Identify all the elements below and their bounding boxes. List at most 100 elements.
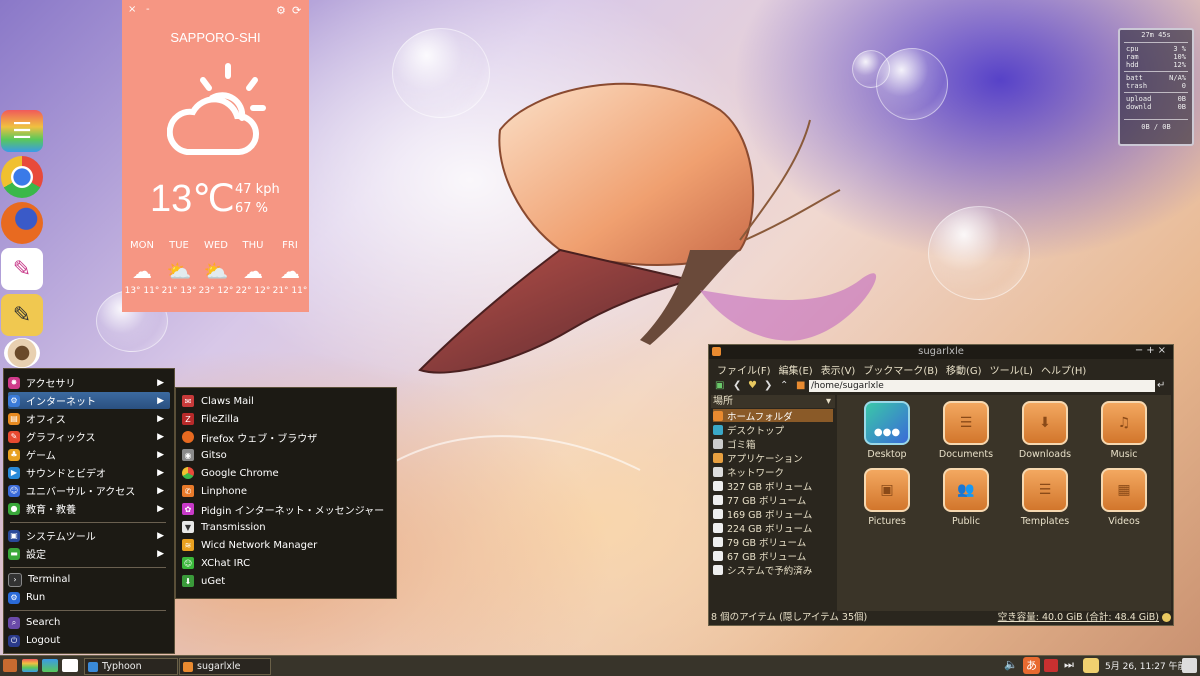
gear-icon[interactable]: ⚙ bbox=[276, 4, 286, 17]
start-menu-icon[interactable] bbox=[3, 659, 17, 672]
menu-item-internet[interactable]: ⚙ インターネット ▶ bbox=[8, 392, 170, 409]
menu-item-label: システムツール bbox=[26, 532, 96, 543]
menu-item-sound-video[interactable]: ▶ サウンドとビデオ ▶ bbox=[8, 464, 170, 481]
place-volume[interactable]: 79 GB ボリューム bbox=[713, 535, 833, 549]
folder-templates[interactable]: ☰ Templates bbox=[1007, 468, 1083, 527]
menu-item-system-tools[interactable]: ▣ システムツール ▶ bbox=[8, 527, 170, 544]
disc-launcher-icon[interactable] bbox=[4, 338, 40, 368]
place-home[interactable]: ホームフォルダ bbox=[713, 409, 833, 423]
folder-public[interactable]: 👥 Public bbox=[928, 468, 1004, 527]
minimize-button[interactable]: − bbox=[1135, 345, 1146, 356]
notes-launcher-icon[interactable]: ✎ bbox=[1, 294, 43, 336]
places-header[interactable]: 場所 ▾ bbox=[711, 395, 835, 408]
submenu-item-uget[interactable]: ⬇ uGet bbox=[182, 572, 392, 590]
menu-item-accessories[interactable]: ✸ アクセサリ ▶ bbox=[8, 374, 170, 391]
forecast-day-label: TUE bbox=[169, 240, 189, 251]
go-icon[interactable]: ↵ bbox=[1157, 380, 1165, 391]
place-volume[interactable]: 169 GB ボリューム bbox=[713, 507, 833, 521]
menu-item-education[interactable]: ● 教育・教養 ▶ bbox=[8, 500, 170, 517]
path-input[interactable]: /home/sugarlxle bbox=[809, 380, 1155, 392]
disk-space: 空き容量: 40.0 GiB (合計: 48.4 GiB) bbox=[997, 612, 1159, 623]
folder-pictures[interactable]: ▣ Pictures bbox=[849, 468, 925, 527]
history-icon[interactable]: ♥ bbox=[748, 380, 757, 391]
place-applications[interactable]: アプリケーション bbox=[713, 451, 833, 465]
menu-item-games[interactable]: ♣ ゲーム ▶ bbox=[8, 446, 170, 463]
place-trash[interactable]: ゴミ箱 bbox=[713, 437, 833, 451]
folder-videos[interactable]: ▦ Videos bbox=[1086, 468, 1162, 527]
refresh-icon[interactable]: ⟳ bbox=[292, 4, 301, 17]
paint-launcher-icon[interactable]: ✎ bbox=[1, 248, 43, 290]
menu-item-settings[interactable]: ▬ 設定 ▶ bbox=[8, 545, 170, 562]
forward-icon[interactable]: ❯ bbox=[764, 380, 772, 391]
apps-launcher-icon[interactable] bbox=[42, 659, 58, 672]
task-typhoon[interactable]: Typhoon bbox=[84, 658, 178, 675]
menu-item-run[interactable]: ⚙ Run bbox=[8, 589, 170, 606]
submenu-item-claws-mail[interactable]: ✉ Claws Mail bbox=[182, 392, 392, 410]
media-skip-icon[interactable]: ⏭ bbox=[1064, 658, 1074, 672]
submenu-item-xchat[interactable]: ☺ XChat IRC bbox=[182, 554, 392, 572]
place-volume[interactable]: 77 GB ボリューム bbox=[713, 493, 833, 507]
weather-minimize-button[interactable]: - bbox=[146, 4, 150, 15]
input-method-icon[interactable]: あ bbox=[1023, 657, 1040, 674]
menu-bookmarks[interactable]: ブックマーク(B) bbox=[863, 362, 938, 377]
place-desktop[interactable]: デスクトップ bbox=[713, 423, 833, 437]
menu-item-search[interactable]: ⌕ Search bbox=[8, 614, 170, 631]
menu-edit[interactable]: 編集(E) bbox=[779, 362, 813, 377]
show-desktop-icon[interactable] bbox=[1182, 658, 1197, 673]
folder-desktop[interactable]: ●●● Desktop bbox=[849, 401, 925, 460]
network-icon[interactable] bbox=[1044, 659, 1058, 672]
submenu-item-pidgin[interactable]: ✿ Pidgin インターネット・メッセンジャー bbox=[182, 500, 392, 518]
submenu-item-label: Claws Mail bbox=[201, 395, 254, 407]
clock[interactable]: 5月 26, 11:27 午前 bbox=[1105, 659, 1187, 672]
submenu-item-linphone[interactable]: ✆ Linphone bbox=[182, 482, 392, 500]
menu-tools[interactable]: ツール(L) bbox=[990, 362, 1033, 377]
folder-glyph: ●●● bbox=[873, 427, 901, 438]
chevron-down-icon: ▾ bbox=[825, 396, 831, 407]
folder-downloads[interactable]: ⬇ Downloads bbox=[1007, 401, 1083, 460]
weather-tray-icon[interactable] bbox=[1083, 658, 1099, 673]
close-button[interactable]: × bbox=[1158, 345, 1169, 356]
menu-go[interactable]: 移動(G) bbox=[946, 362, 982, 377]
place-volume[interactable]: 67 GB ボリューム bbox=[713, 549, 833, 563]
partly-cloudy-icon: ⛅ bbox=[203, 259, 229, 283]
menu-item-universal-access[interactable]: ☺ ユニバーサル・アクセス ▶ bbox=[8, 482, 170, 499]
back-icon[interactable]: ❮ bbox=[733, 380, 741, 391]
emblem-icon bbox=[1162, 613, 1171, 622]
window-titlebar[interactable]: sugarlxle −+× bbox=[709, 345, 1173, 359]
menu-item-logout[interactable]: ⏻ Logout bbox=[8, 632, 170, 649]
weather-close-button[interactable]: × bbox=[128, 4, 136, 15]
submenu-item-chrome[interactable]: Google Chrome bbox=[182, 464, 392, 482]
submenu-item-filezilla[interactable]: Z FileZilla bbox=[182, 410, 392, 428]
files-launcher-icon[interactable] bbox=[22, 659, 38, 672]
home-icon[interactable]: ■ bbox=[796, 380, 805, 391]
up-icon[interactable]: ⌃ bbox=[780, 380, 788, 391]
submenu-item-firefox[interactable]: Firefox ウェブ・ブラウザ bbox=[182, 428, 392, 446]
place-network[interactable]: ネットワーク bbox=[713, 465, 833, 479]
place-system-reserved[interactable]: システムで予約済み bbox=[713, 563, 833, 577]
folder-documents[interactable]: ☰ Documents bbox=[928, 401, 1004, 460]
volume-icon[interactable]: 🔈 bbox=[1004, 658, 1018, 671]
firefox-launcher-icon[interactable] bbox=[1, 202, 43, 244]
place-volume[interactable]: 327 GB ボリューム bbox=[713, 479, 833, 493]
desktop-launcher-icon[interactable] bbox=[62, 659, 78, 672]
menu-item-terminal[interactable]: › Terminal bbox=[8, 571, 170, 588]
menu-view[interactable]: 表示(V) bbox=[821, 362, 856, 377]
folder-music[interactable]: ♫ Music bbox=[1086, 401, 1162, 460]
menu-file[interactable]: ファイル(F) bbox=[717, 362, 771, 377]
place-volume[interactable]: 224 GB ボリューム bbox=[713, 521, 833, 535]
media-icon: ▶ bbox=[8, 466, 20, 479]
monitor-value: 3 % bbox=[1173, 45, 1186, 53]
task-file-manager[interactable]: sugarlxle bbox=[179, 658, 271, 675]
new-tab-icon[interactable]: ▣ bbox=[715, 380, 724, 391]
submenu-item-transmission[interactable]: ▼ Transmission bbox=[182, 518, 392, 536]
menu-item-graphics[interactable]: ✎ グラフィックス ▶ bbox=[8, 428, 170, 445]
mail-icon: ✉ bbox=[182, 395, 194, 407]
maximize-button[interactable]: + bbox=[1146, 345, 1157, 356]
menu-help[interactable]: ヘルプ(H) bbox=[1041, 362, 1086, 377]
submenu-item-wicd[interactable]: ≋ Wicd Network Manager bbox=[182, 536, 392, 554]
files-launcher-icon[interactable]: ☰ bbox=[1, 110, 43, 152]
chrome-launcher-icon[interactable] bbox=[1, 156, 43, 198]
monitor-row-upload: upload 0B bbox=[1120, 95, 1192, 103]
menu-item-office[interactable]: ▤ オフィス ▶ bbox=[8, 410, 170, 427]
submenu-item-gitso[interactable]: ◉ Gitso bbox=[182, 446, 392, 464]
